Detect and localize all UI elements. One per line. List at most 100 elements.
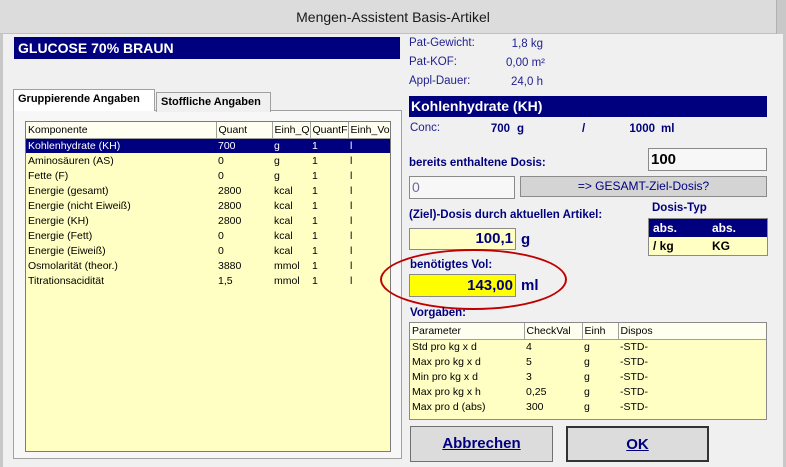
table-cell: 4	[526, 340, 532, 353]
table-cell: l	[350, 214, 353, 227]
table-cell: Energie (Fett)	[28, 229, 93, 242]
table-cell: Std pro kg x d	[412, 340, 477, 353]
patient-kof-value: 0,00 m²	[506, 57, 545, 69]
table-row[interactable]: Aminosäuren (AS) 0 g 1 l	[26, 153, 390, 168]
table-cell: -STD-	[620, 355, 648, 368]
table-cell: 1	[312, 214, 318, 227]
table-cell: 3880	[218, 259, 242, 272]
table-cell: l	[350, 184, 353, 197]
target-dose-field[interactable]: 100,1	[409, 228, 516, 250]
column-header[interactable]: QuantF	[310, 122, 349, 139]
table-header-row: Komponente Quant Einh_Q QuantF Einh_Vo	[26, 122, 390, 139]
table-cell: kcal	[274, 229, 293, 242]
table-cell: kcal	[274, 199, 293, 212]
table-cell: Energie (gesamt)	[28, 184, 109, 197]
table-cell: g	[584, 355, 590, 368]
components-table[interactable]: Komponente Quant Einh_Q QuantF Einh_Vo K…	[25, 121, 391, 452]
table-cell: 0	[218, 229, 224, 242]
table-cell: 0	[218, 154, 224, 167]
table-cell: -STD-	[620, 385, 648, 398]
vorgaben-table[interactable]: Parameter CheckVal Einh Dispos Std pro k…	[409, 322, 767, 420]
table-cell: 1	[312, 154, 318, 167]
table-cell: 1	[312, 229, 318, 242]
tab-stoffliche-angaben[interactable]: Stoffliche Angaben	[156, 92, 271, 112]
table-cell: 1	[312, 259, 318, 272]
table-cell: 1	[312, 274, 318, 287]
required-volume-label: benötigtes Vol:	[410, 259, 493, 271]
required-volume-unit: ml	[521, 277, 539, 294]
table-cell: l	[350, 259, 353, 272]
table-row[interactable]: Min pro kg x d 3 g -STD-	[410, 369, 766, 384]
table-cell: 1,5	[218, 274, 233, 287]
required-volume-field[interactable]: 143,00	[409, 274, 516, 297]
column-header[interactable]: Einh_Vo	[348, 122, 390, 139]
column-header[interactable]: Einh	[582, 323, 619, 340]
table-cell: -STD-	[620, 370, 648, 383]
column-header[interactable]: Einh_Q	[272, 122, 311, 139]
table-row[interactable]: Std pro kg x d 4 g -STD-	[410, 339, 766, 354]
table-cell: Osmolarität (theor.)	[28, 259, 118, 272]
table-cell: Energie (Eiweiß)	[28, 244, 106, 257]
table-cell: Max pro d (abs)	[412, 400, 486, 413]
window-titlebar: Mengen-Assistent Basis-Artikel	[0, 0, 786, 34]
article-title: GLUCOSE 70% BRAUN	[14, 37, 400, 59]
column-header[interactable]: Quant	[216, 122, 273, 139]
table-row[interactable]: Energie (Fett) 0 kcal 1 l	[26, 228, 390, 243]
table-cell: 5	[526, 355, 532, 368]
patient-weight-value: 1,8 kg	[511, 38, 543, 50]
list-cell: abs.	[712, 221, 737, 235]
patient-weight-label: Pat-Gewicht:	[409, 37, 475, 49]
table-row[interactable]: Max pro d (abs) 300 g -STD-	[410, 399, 766, 414]
table-row[interactable]: Fette (F) 0 g 1 l	[26, 168, 390, 183]
table-cell: 0	[218, 169, 224, 182]
table-cell: -STD-	[620, 400, 648, 413]
table-row[interactable]: Energie (KH) 2800 kcal 1 l	[26, 213, 390, 228]
target-dose-label: (Ziel)-Dosis durch aktuellen Artikel:	[409, 209, 603, 221]
table-cell: mmol	[274, 274, 300, 287]
table-cell: -STD-	[620, 340, 648, 353]
window-title: Mengen-Assistent Basis-Artikel	[296, 9, 490, 25]
list-cell: KG	[712, 239, 730, 253]
table-cell: 2800	[218, 214, 242, 227]
table-cell: kcal	[274, 214, 293, 227]
ok-button[interactable]: OK	[566, 426, 709, 462]
table-cell: l	[350, 199, 353, 212]
table-cell: l	[350, 154, 353, 167]
table-cell: 0,25	[526, 385, 547, 398]
list-item[interactable]: abs. abs.	[649, 219, 767, 237]
column-header[interactable]: Parameter	[410, 323, 525, 340]
table-cell: 2800	[218, 199, 242, 212]
table-cell: 1	[312, 169, 318, 182]
table-row[interactable]: Max pro kg x h 0,25 g -STD-	[410, 384, 766, 399]
column-header[interactable]: Dispos	[618, 323, 766, 340]
cancel-button[interactable]: Abbrechen	[410, 426, 553, 462]
table-cell: 1	[310, 138, 348, 153]
table-cell: 300	[526, 400, 544, 413]
table-cell: g	[274, 154, 280, 167]
patient-kof-label: Pat-KOF:	[409, 56, 457, 68]
table-row[interactable]: Energie (Eiweiß) 0 kcal 1 l	[26, 243, 390, 258]
gesamt-ziel-dosis-button[interactable]: => GESAMT-Ziel-Dosis?	[520, 176, 767, 197]
substance-title: Kohlenhydrate (KH)	[409, 96, 767, 117]
table-row[interactable]: Max pro kg x d 5 g -STD-	[410, 354, 766, 369]
table-cell: g	[274, 169, 280, 182]
column-header[interactable]: Komponente	[26, 122, 217, 139]
vorgaben-label: Vorgaben:	[410, 307, 467, 319]
conc-amount: 700	[490, 123, 510, 135]
column-header[interactable]: CheckVal	[524, 323, 583, 340]
table-row[interactable]: Osmolarität (theor.) 3880 mmol 1 l	[26, 258, 390, 273]
table-cell: 700	[216, 138, 272, 153]
table-cell: 1	[312, 184, 318, 197]
dosis-typ-list[interactable]: abs. abs. / kg KG	[648, 218, 768, 256]
table-row[interactable]: Energie (nicht Eiweiß) 2800 kcal 1 l	[26, 198, 390, 213]
close-icon[interactable]	[776, 0, 786, 34]
list-item[interactable]: / kg KG	[649, 237, 767, 255]
tab-gruppierende-angaben[interactable]: Gruppierende Angaben	[13, 89, 155, 111]
contained-dose-field[interactable]: 0	[409, 176, 515, 199]
table-cell: mmol	[274, 259, 300, 272]
table-row[interactable]: Kohlenhydrate (KH) 700 g 1 l	[26, 138, 390, 153]
table-row[interactable]: Energie (gesamt) 2800 kcal 1 l	[26, 183, 390, 198]
table-cell: g	[272, 138, 310, 153]
target-total-dose-field[interactable]: 100	[648, 148, 767, 171]
table-row[interactable]: Titrationsacidität 1,5 mmol 1 l	[26, 273, 390, 288]
